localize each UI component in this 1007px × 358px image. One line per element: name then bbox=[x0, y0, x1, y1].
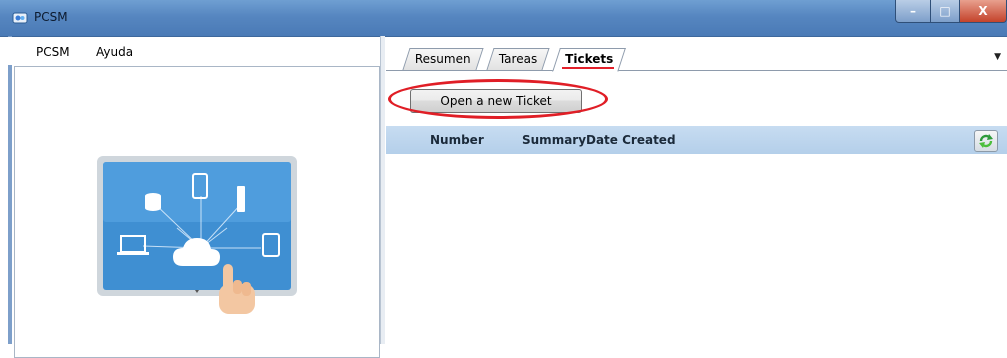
chevron-down-icon[interactable]: ▼ bbox=[994, 52, 1001, 62]
tab-label: Tareas bbox=[498, 52, 538, 66]
window-title: PCSM bbox=[34, 10, 68, 24]
tab-strip: Resumen Tareas Tickets bbox=[386, 46, 1007, 72]
column-header-summary[interactable]: Summary bbox=[522, 133, 586, 147]
tab-resumen[interactable]: Resumen bbox=[402, 48, 484, 70]
close-button[interactable]: X bbox=[960, 0, 1007, 23]
database-icon bbox=[145, 193, 161, 211]
tickets-grid-header: Number Summary Date Created bbox=[386, 126, 1007, 154]
column-header-date-created[interactable]: Date Created bbox=[586, 133, 676, 147]
title-bar[interactable]: PCSM – □ X bbox=[0, 0, 1007, 37]
menu-item-pcsm[interactable]: PCSM bbox=[36, 45, 70, 59]
column-header-number[interactable]: Number bbox=[430, 133, 484, 147]
highlight-annotation bbox=[388, 79, 608, 119]
active-tab-underline bbox=[562, 67, 614, 69]
refresh-icon bbox=[979, 134, 993, 148]
menu-item-ayuda[interactable]: Ayuda bbox=[96, 45, 133, 59]
tab-tareas[interactable]: Tareas bbox=[486, 48, 550, 70]
splitter[interactable] bbox=[380, 36, 385, 344]
minimize-button[interactable]: – bbox=[895, 0, 931, 23]
window-border-left bbox=[8, 36, 12, 344]
app-icon bbox=[12, 12, 28, 24]
tab-label: Resumen bbox=[414, 52, 471, 66]
window-controls: – □ X bbox=[895, 0, 1007, 23]
network-illustration bbox=[97, 156, 297, 314]
maximize-button[interactable]: □ bbox=[931, 0, 960, 23]
menu-bar: PCSM Ayuda bbox=[8, 37, 378, 65]
refresh-button[interactable] bbox=[974, 130, 998, 152]
usb-icon bbox=[237, 186, 245, 212]
